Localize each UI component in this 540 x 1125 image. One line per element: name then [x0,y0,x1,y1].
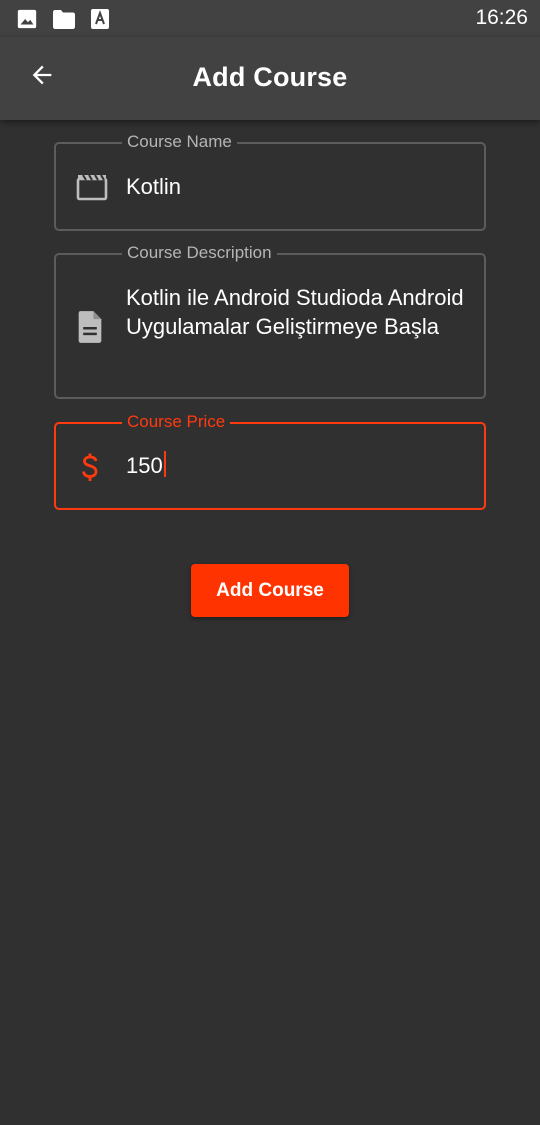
document-icon [76,310,104,344]
course-price-field[interactable]: Course Price 150 [54,411,486,510]
course-name-input[interactable]: Kotlin [126,172,468,201]
course-name-label: Course Name [122,131,237,153]
course-description-field[interactable]: Course Description Kotlin ile Android St… [54,242,486,399]
course-price-input[interactable]: 150 [126,451,468,480]
course-description-input[interactable]: Kotlin ile Android Studioda Android Uygu… [126,283,468,341]
dollar-icon [76,452,104,484]
app-bar: Add Course [0,37,540,120]
status-time: 16:26 [475,6,528,29]
course-name-field[interactable]: Course Name Kotlin [54,131,486,231]
add-course-button[interactable]: Add Course [191,564,349,617]
course-price-label: Course Price [122,411,231,433]
image-icon [16,8,38,30]
movie-icon [76,173,108,201]
course-description-label: Course Description [122,242,277,264]
status-icons [16,8,110,30]
course-price-value: 150 [126,453,163,478]
status-bar: 16:26 [0,0,540,37]
sd-card-icon [52,8,76,30]
font-download-icon [90,8,110,30]
page-title: Add Course [192,62,348,92]
text-cursor [163,451,166,477]
